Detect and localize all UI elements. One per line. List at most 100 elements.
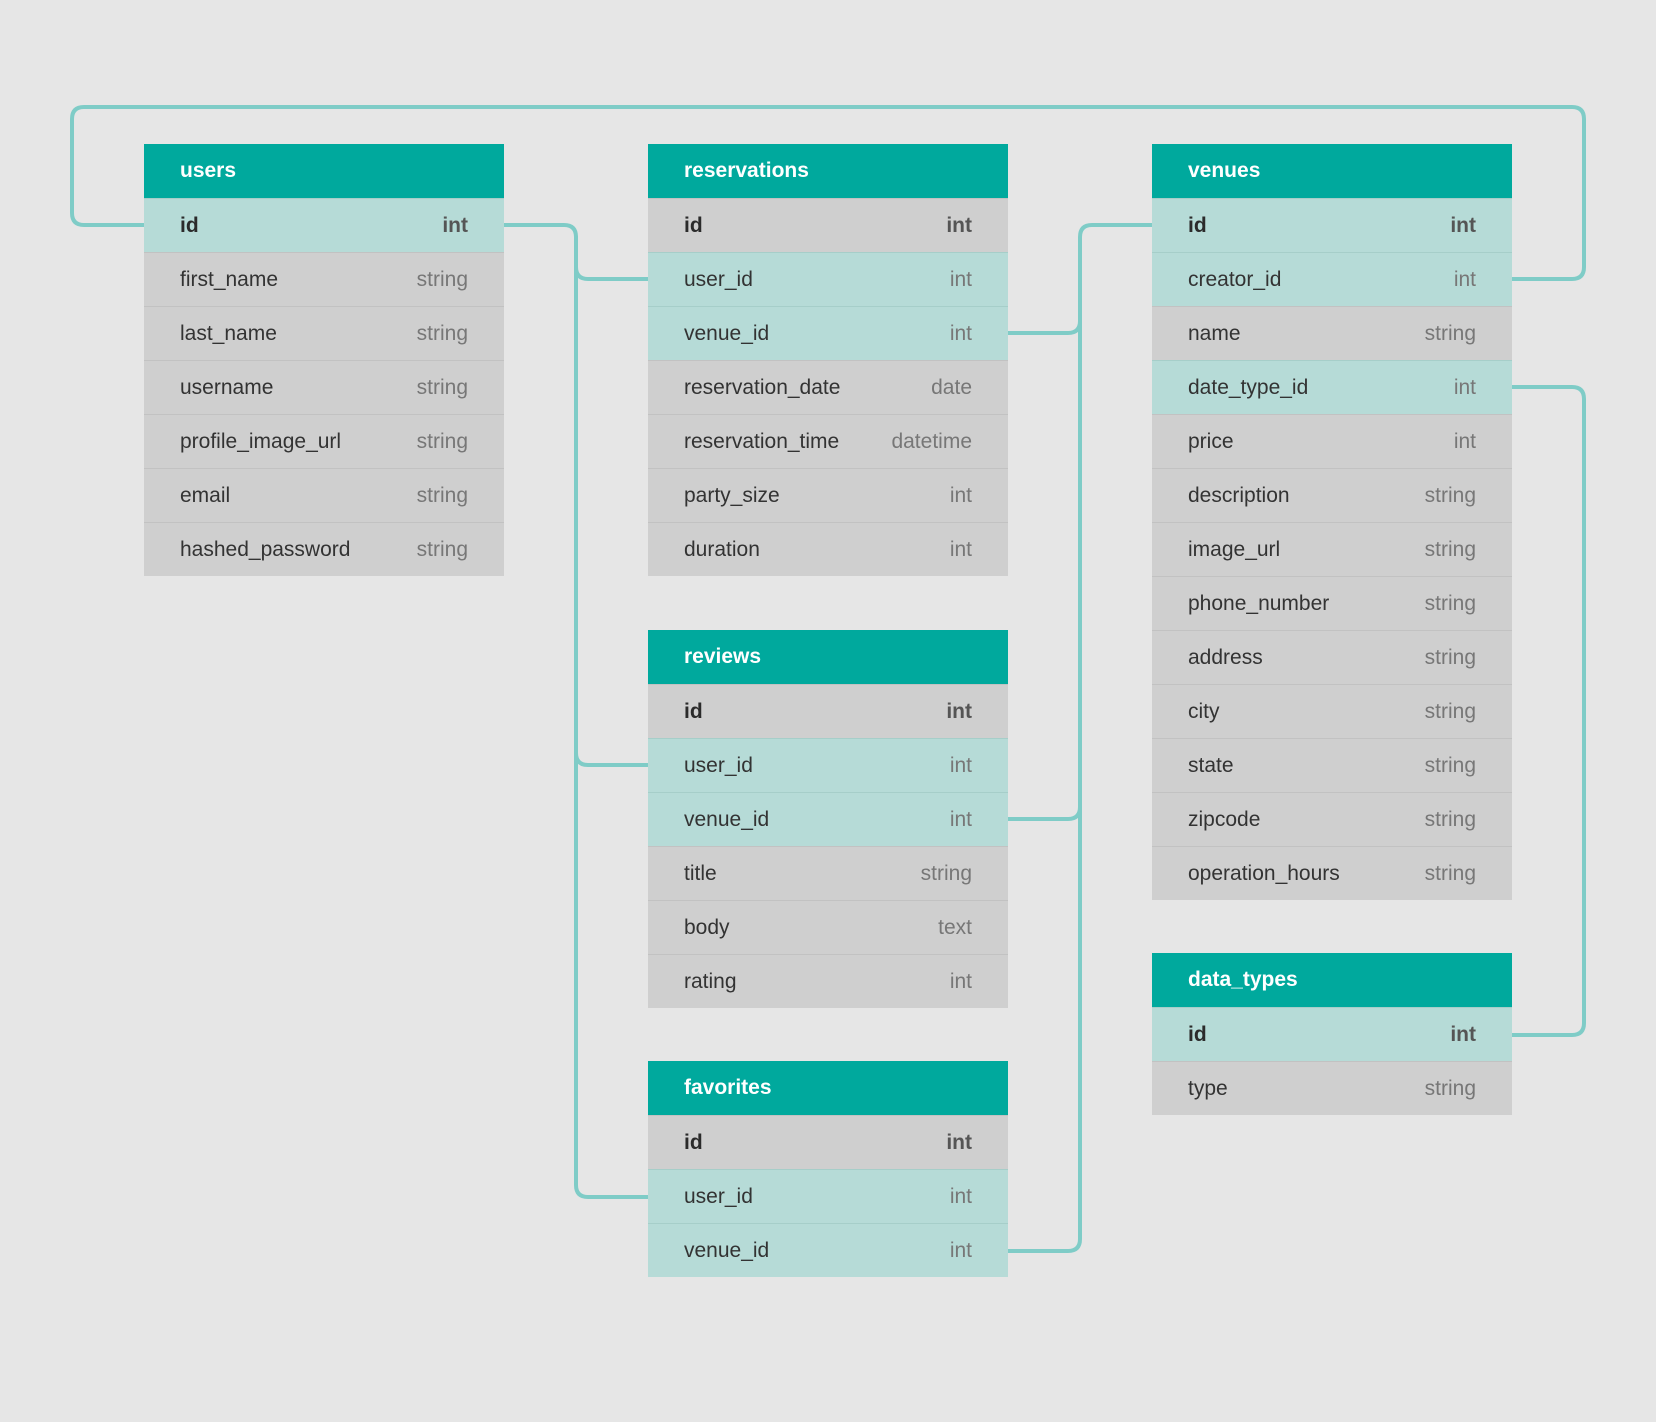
field-name: reservation_date [684, 375, 841, 399]
table-users: users id int first_name string last_name strin… [144, 144, 504, 576]
field-row-users-profile-image-url: profile_image_url string [144, 414, 504, 468]
field-name: last_name [180, 321, 277, 345]
field-type: date [931, 375, 972, 399]
connector-venues-reservations [1006, 223, 1154, 335]
field-row-reservations-id: id int [648, 198, 1008, 252]
field-row-favorites-user-id: user_id int [648, 1169, 1008, 1223]
field-row-venues-id: id int [1152, 198, 1512, 252]
field-type: string [416, 537, 468, 561]
field-type: string [416, 375, 468, 399]
table-reservations: reservations id int user_id int venue_id int re… [648, 144, 1008, 576]
field-row-venues-creator-id: creator_id int [1152, 252, 1512, 306]
field-row-reservations-user-id: user_id int [648, 252, 1008, 306]
table-title-reviews: reviews [648, 630, 1008, 684]
field-name: venue_id [684, 807, 770, 831]
field-row-reservations-venue-id: venue_id int [648, 306, 1008, 360]
table-favorites: favorites id int user_id int venue_id int [648, 1061, 1008, 1277]
field-name: id [684, 699, 703, 723]
field-name: image_url [1188, 537, 1281, 561]
field-name: name [1188, 321, 1241, 345]
field-row-users-username: username string [144, 360, 504, 414]
field-row-reservations-reservation-date: reservation_date date [648, 360, 1008, 414]
field-row-venues-name: name string [1152, 306, 1512, 360]
field-type: string [920, 861, 972, 885]
field-name: id [180, 213, 199, 237]
field-type: int [949, 1238, 972, 1262]
field-type: string [1424, 321, 1476, 345]
field-name: email [180, 483, 231, 507]
field-name: username [180, 375, 274, 399]
field-type: string [416, 429, 468, 453]
table-title-users: users [144, 144, 504, 198]
table-title-favorites: favorites [648, 1061, 1008, 1115]
field-row-venues-state: state string [1152, 738, 1512, 792]
field-row-reviews-user-id: user_id int [648, 738, 1008, 792]
field-row-venues-price: price int [1152, 414, 1512, 468]
field-name: state [1188, 753, 1234, 777]
field-type: string [416, 321, 468, 345]
connector-venues-favorites [1006, 805, 1082, 1253]
field-type: string [1424, 1076, 1476, 1100]
field-row-venues-address: address string [1152, 630, 1512, 684]
field-type: string [1424, 861, 1476, 885]
field-type: int [1450, 1022, 1476, 1046]
field-type: int [949, 807, 972, 831]
connector-users-reviews [574, 235, 650, 767]
field-name: description [1188, 483, 1290, 507]
table-title-venues: venues [1152, 144, 1512, 198]
field-row-reservations-party-size: party_size int [648, 468, 1008, 522]
field-type: int [1453, 429, 1476, 453]
table-data-types: data_types id int type string [1152, 953, 1512, 1115]
table-title-reservations: reservations [648, 144, 1008, 198]
field-name: profile_image_url [180, 429, 342, 453]
field-name: creator_id [1188, 267, 1282, 291]
field-type: int [946, 699, 972, 723]
field-name: id [684, 1130, 703, 1154]
field-type: string [1424, 645, 1476, 669]
field-type: string [416, 483, 468, 507]
connector-venues-data-types [1510, 385, 1586, 1037]
field-type: string [1424, 537, 1476, 561]
connector-users-favorites [574, 751, 650, 1199]
field-name: body [684, 915, 730, 939]
field-name: date_type_id [1188, 375, 1309, 399]
field-name: venue_id [684, 1238, 770, 1262]
field-row-venues-zipcode: zipcode string [1152, 792, 1512, 846]
field-type: int [946, 213, 972, 237]
field-type: text [938, 915, 972, 939]
field-row-reservations-reservation-time: reservation_time datetime [648, 414, 1008, 468]
field-type: datetime [891, 429, 972, 453]
field-name: id [1188, 213, 1207, 237]
field-type: int [949, 483, 972, 507]
field-type: string [416, 267, 468, 291]
field-row-users-first-name: first_name string [144, 252, 504, 306]
field-row-reviews-venue-id: venue_id int [648, 792, 1008, 846]
field-name: hashed_password [180, 537, 351, 561]
connector-venues-reviews [1006, 319, 1082, 821]
table-venues: venues id int creator_id int name string date_t… [1152, 144, 1512, 900]
field-type: string [1424, 753, 1476, 777]
field-type: int [949, 969, 972, 993]
field-type: string [1424, 807, 1476, 831]
field-row-venues-city: city string [1152, 684, 1512, 738]
field-type: string [1424, 699, 1476, 723]
field-type: int [949, 1184, 972, 1208]
field-row-venues-date-type-id: date_type_id int [1152, 360, 1512, 414]
field-type: int [442, 213, 468, 237]
field-row-data-types-id: id int [1152, 1007, 1512, 1061]
table-title-data-types: data_types [1152, 953, 1512, 1007]
field-type: string [1424, 483, 1476, 507]
field-name: operation_hours [1188, 861, 1340, 885]
field-row-users-last-name: last_name string [144, 306, 504, 360]
field-row-reviews-title: title string [648, 846, 1008, 900]
field-name: user_id [684, 753, 753, 777]
field-type: int [1450, 213, 1476, 237]
field-name: rating [684, 969, 737, 993]
table-reviews: reviews id int user_id int venue_id int title st… [648, 630, 1008, 1008]
field-name: price [1188, 429, 1234, 453]
field-row-reservations-duration: duration int [648, 522, 1008, 576]
field-name: id [1188, 1022, 1207, 1046]
field-type: int [949, 753, 972, 777]
field-type: int [1453, 375, 1476, 399]
field-type: int [949, 267, 972, 291]
